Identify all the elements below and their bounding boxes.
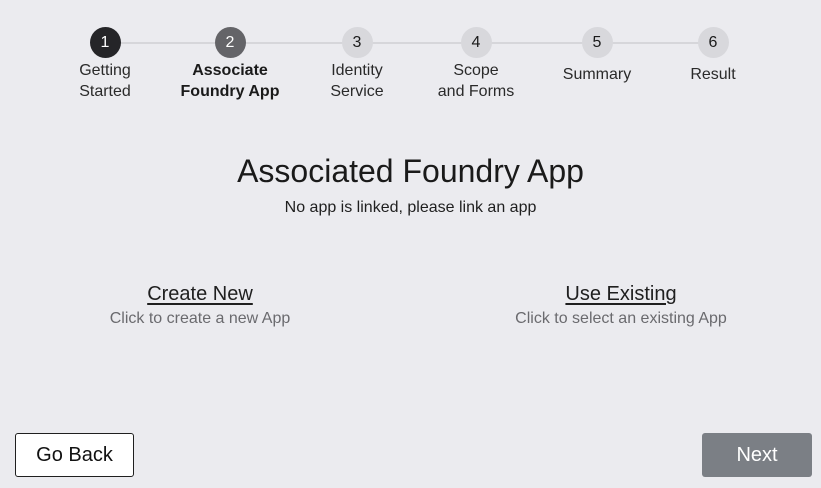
step-result[interactable]: 6 Result (643, 27, 783, 85)
step-label: Associate Foundry App (180, 62, 280, 100)
use-existing-description: Click to select an existing App (515, 310, 727, 327)
create-new-option[interactable]: Create New Click to create a new App (50, 283, 350, 328)
create-new-link[interactable]: Create New (50, 283, 350, 306)
step-number-badge: 4 (460, 27, 492, 58)
use-existing-option[interactable]: Use Existing Click to select an existing… (471, 283, 771, 328)
step-getting-started[interactable]: 1 Getting Started (35, 27, 175, 102)
step-number-badge: 1 (89, 27, 121, 58)
use-existing-link[interactable]: Use Existing (471, 283, 771, 306)
step-number-badge: 6 (697, 27, 729, 58)
step-associate-foundry-app[interactable]: 2 Associate Foundry App (160, 27, 300, 102)
wizard-stepper: 1 Getting Started 2 Associate Foundry Ap… (0, 0, 821, 110)
step-label: Scope and Forms (437, 62, 515, 100)
step-scope-and-forms[interactable]: 4 Scope and Forms (406, 27, 546, 102)
create-new-description: Click to create a new App (109, 310, 291, 327)
step-label: Getting Started (79, 62, 131, 100)
step-number-badge: 5 (581, 27, 613, 58)
next-button[interactable]: Next (702, 433, 812, 477)
page-title: Associated Foundry App (237, 153, 584, 189)
step-label: Result (690, 66, 736, 83)
page-subtitle: No app is linked, please link an app (284, 199, 537, 216)
step-number-badge: 2 (214, 27, 246, 58)
go-back-button[interactable]: Go Back (15, 433, 134, 477)
step-number-badge: 3 (341, 27, 373, 58)
